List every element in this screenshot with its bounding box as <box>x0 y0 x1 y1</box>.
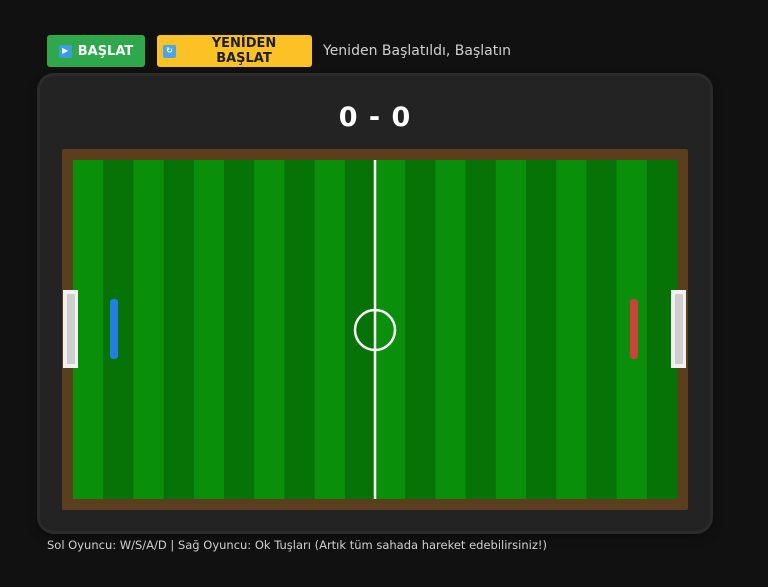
toolbar: ▶ BAŞLAT ↻ YENİDEN BAŞLAT Yeniden Başlat… <box>47 35 511 67</box>
left-score: 0 <box>338 102 359 133</box>
right-goal <box>671 290 686 368</box>
grass-stripe <box>556 160 587 499</box>
left-goal <box>63 290 78 368</box>
grass-stripe <box>495 160 527 499</box>
right-paddle <box>630 299 638 359</box>
controls-instructions: Sol Oyuncu: W/S/A/D | Sağ Oyuncu: Ok Tuş… <box>47 538 547 552</box>
grass-stripe <box>375 160 406 499</box>
grass-stripe <box>526 160 557 499</box>
start-button[interactable]: ▶ BAŞLAT <box>47 35 145 67</box>
grass-stripe <box>465 160 497 499</box>
refresh-icon: ↻ <box>163 44 176 58</box>
grass-stripe <box>224 160 255 499</box>
grass-stripe <box>163 160 195 499</box>
score-separator: - <box>368 102 382 133</box>
status-message: Yeniden Başlatıldı, Başlatın <box>323 43 511 59</box>
grass-stripe <box>344 160 376 499</box>
grass-stripe <box>284 160 316 499</box>
right-score: 0 <box>391 102 412 133</box>
restart-button-label: YENİDEN BAŞLAT <box>211 36 277 66</box>
play-icon: ▶ <box>58 44 72 58</box>
restart-button[interactable]: ↻ YENİDEN BAŞLAT <box>157 35 312 67</box>
start-button-label: BAŞLAT <box>77 43 134 59</box>
grass-stripe <box>193 160 225 499</box>
grass-stripe <box>254 160 285 499</box>
grass-stripe <box>435 160 467 499</box>
scoreboard: 0 - 0 <box>40 102 710 133</box>
grass-stripe <box>586 160 618 499</box>
grass-stripe <box>405 160 436 499</box>
game-field[interactable] <box>62 149 688 510</box>
grass-stripe <box>103 160 134 499</box>
left-paddle <box>110 299 118 359</box>
grass-stripe <box>133 160 165 499</box>
game-panel: 0 - 0 <box>40 76 710 531</box>
grass-stripe <box>314 160 346 499</box>
